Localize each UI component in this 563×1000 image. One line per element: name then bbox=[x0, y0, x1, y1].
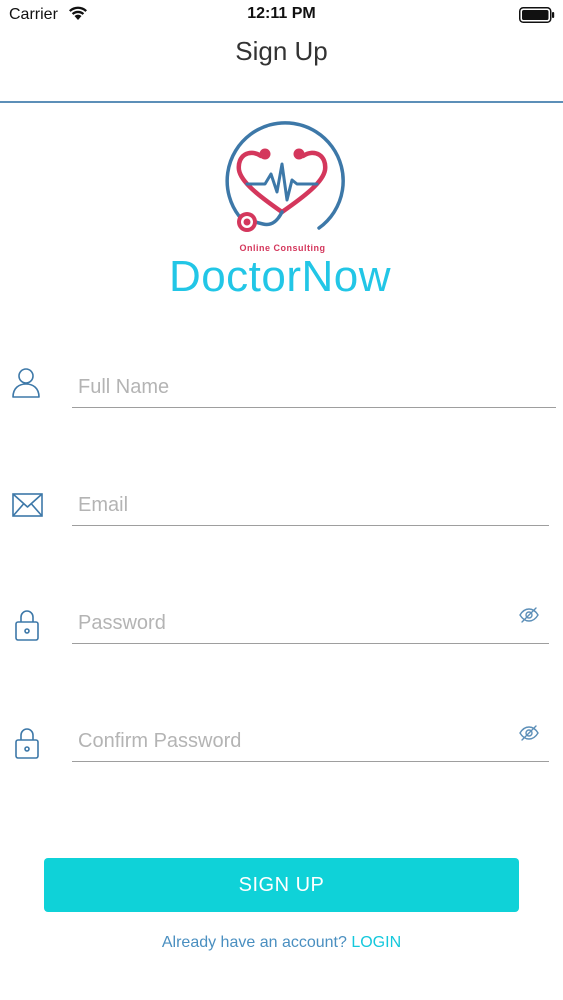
status-time: 12:11 PM bbox=[247, 5, 316, 22]
full-name-row bbox=[0, 362, 563, 422]
confirm-password-row bbox=[0, 716, 563, 776]
full-name-input[interactable] bbox=[72, 368, 556, 408]
battery-icon bbox=[519, 7, 555, 23]
login-prompt-text: Already have an account? bbox=[161, 934, 347, 951]
sign-up-button[interactable]: SIGN UP bbox=[44, 858, 519, 912]
password-row bbox=[0, 598, 563, 658]
nav-divider bbox=[0, 101, 563, 103]
logo-wordmark: DoctorNow bbox=[168, 252, 392, 301]
stethoscope-heart-logo-icon bbox=[225, 121, 345, 232]
password-input[interactable] bbox=[72, 604, 549, 644]
user-icon bbox=[12, 368, 40, 398]
envelope-icon bbox=[12, 493, 43, 517]
status-bar: Carrier 12:11 PM bbox=[0, 0, 563, 30]
lock-icon bbox=[15, 728, 39, 759]
login-prompt-line: Already have an account? LOGIN bbox=[0, 934, 563, 952]
lock-icon bbox=[15, 610, 39, 641]
email-row bbox=[0, 480, 563, 540]
eye-off-icon[interactable] bbox=[519, 724, 539, 742]
email-input[interactable] bbox=[72, 486, 549, 526]
login-link[interactable]: LOGIN bbox=[351, 934, 401, 951]
confirm-password-input[interactable] bbox=[72, 722, 549, 762]
eye-off-icon[interactable] bbox=[519, 606, 539, 624]
page-title: Sign Up bbox=[235, 36, 328, 66]
